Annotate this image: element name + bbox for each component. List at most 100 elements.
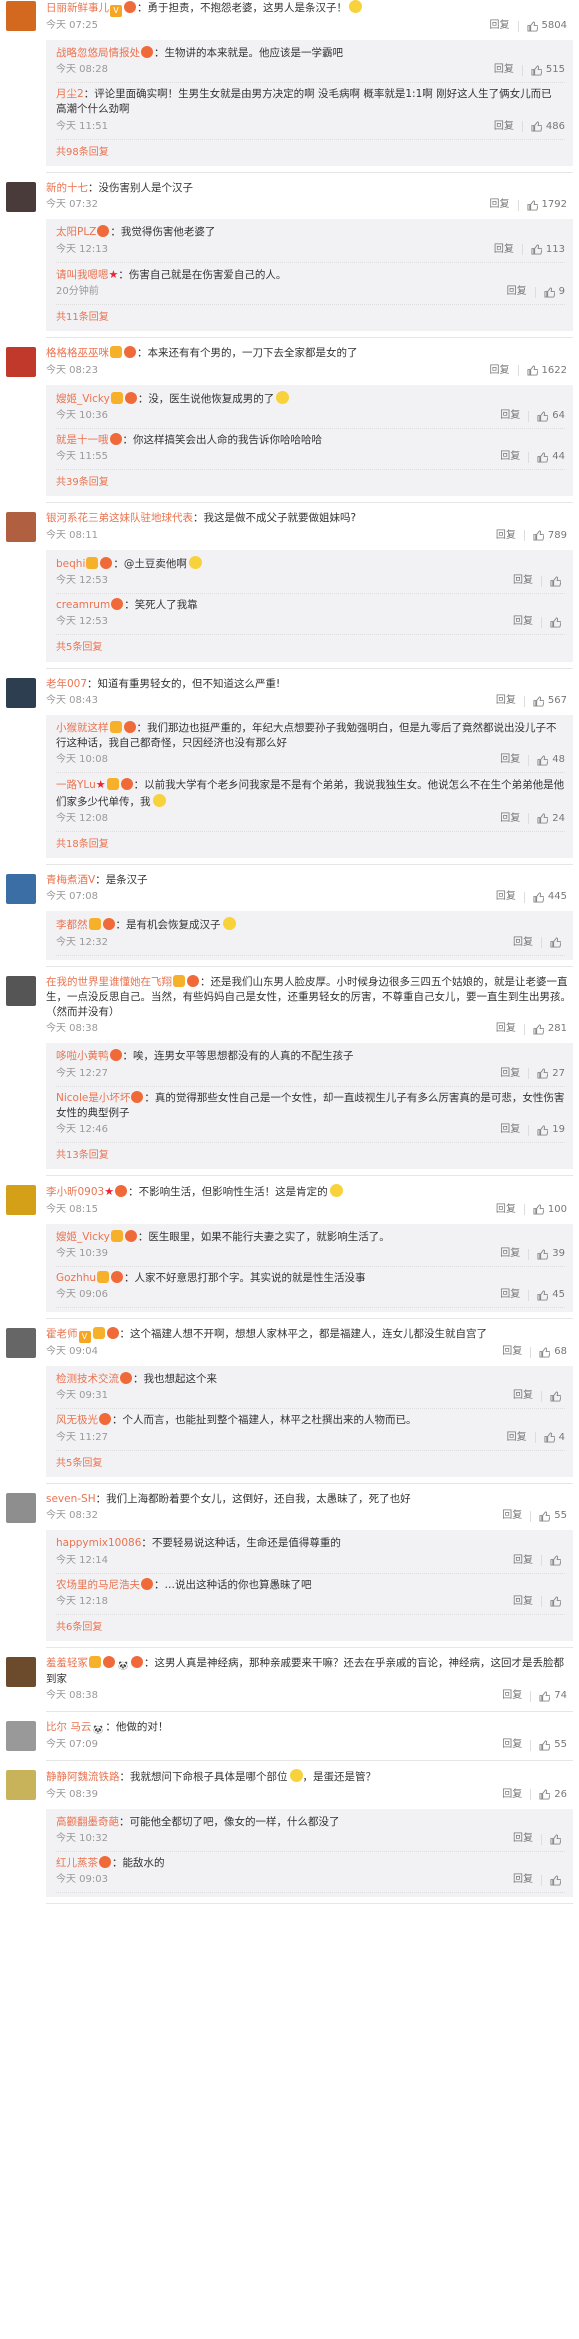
like-button[interactable]: 789	[533, 529, 567, 544]
like-button[interactable]: 24	[537, 812, 565, 827]
reply-button[interactable]: 回复	[502, 1689, 522, 1704]
username-link[interactable]: 静静阿魏流铁路	[46, 1771, 120, 1783]
avatar[interactable]	[6, 1657, 36, 1688]
more-replies-link[interactable]: 共13条回复	[56, 1143, 565, 1166]
reply-button[interactable]: 回复	[496, 1203, 516, 1218]
username-link[interactable]: 检测技术交流	[56, 1373, 119, 1385]
username-link[interactable]: 新的十七	[46, 182, 88, 194]
like-button[interactable]: 445	[533, 890, 567, 905]
like-button[interactable]: 68	[539, 1345, 567, 1360]
reply-button[interactable]: 回复	[502, 1738, 522, 1753]
reply-button[interactable]: 回复	[490, 364, 510, 379]
username-link[interactable]: 嫂姬_Vicky	[56, 393, 110, 405]
avatar[interactable]	[6, 1770, 36, 1801]
avatar[interactable]	[6, 677, 36, 708]
reply-button[interactable]: 回复	[494, 243, 514, 258]
reply-button[interactable]: 回复	[500, 1288, 520, 1303]
reply-button[interactable]: 回复	[494, 63, 514, 78]
username-link[interactable]: 银河系花三弟这妹队驻地球代表	[46, 512, 193, 524]
like-button[interactable]: 55	[539, 1509, 567, 1524]
username-link[interactable]: 请叫我嗯嗯	[56, 269, 109, 281]
avatar[interactable]	[6, 182, 36, 213]
username-link[interactable]: creamrum	[56, 599, 110, 611]
like-button[interactable]	[550, 1875, 565, 1886]
reply-button[interactable]: 回复	[500, 812, 520, 827]
more-replies-link[interactable]: 共5条回复	[56, 1451, 565, 1474]
username-link[interactable]: 李小昕0903	[46, 1186, 104, 1198]
avatar[interactable]	[6, 1328, 36, 1359]
avatar[interactable]	[6, 1, 36, 31]
like-button[interactable]: 45	[537, 1288, 565, 1303]
username-link[interactable]: 嫂姬_Vicky	[56, 1231, 110, 1243]
username-link[interactable]: 格格格巫巫咪	[46, 347, 109, 359]
username-link[interactable]: Nicole是小坏坏	[56, 1092, 130, 1104]
reply-button[interactable]: 回复	[494, 120, 514, 135]
username-link[interactable]: 月尘2	[56, 88, 84, 100]
avatar[interactable]	[6, 1493, 36, 1524]
like-button[interactable]: 1792	[527, 198, 567, 213]
username-link[interactable]: 比尔 马云	[46, 1721, 91, 1733]
avatar[interactable]	[6, 874, 36, 905]
username-link[interactable]: 农场里的马尼浩夫	[56, 1579, 140, 1591]
like-button[interactable]: 5804	[527, 19, 567, 34]
more-replies-link[interactable]: 共98条回复	[56, 140, 565, 163]
avatar[interactable]	[6, 975, 36, 1006]
like-button[interactable]: 100	[533, 1203, 567, 1218]
avatar[interactable]	[6, 347, 36, 378]
reply-button[interactable]: 回复	[490, 198, 510, 213]
reply-button[interactable]: 回复	[507, 285, 527, 300]
username-link[interactable]: 羞羞轻冢	[46, 1657, 88, 1669]
avatar[interactable]	[6, 1185, 36, 1216]
like-button[interactable]: 281	[533, 1022, 567, 1037]
like-button[interactable]: 4	[544, 1431, 565, 1446]
like-button[interactable]	[550, 1596, 565, 1608]
like-button[interactable]: 26	[539, 1788, 567, 1803]
username-link[interactable]: 红儿蒸茶	[56, 1857, 98, 1869]
avatar[interactable]	[6, 512, 36, 543]
reply-button[interactable]: 回复	[496, 529, 516, 544]
like-button[interactable]: 44	[537, 450, 565, 465]
like-button[interactable]	[550, 1834, 565, 1845]
username-link[interactable]: 一路YLu	[56, 779, 96, 791]
username-link[interactable]: seven-SH	[46, 1493, 96, 1505]
username-link[interactable]: 就是十一哦	[56, 434, 109, 446]
like-button[interactable]: 39	[537, 1247, 565, 1262]
reply-button[interactable]: 回复	[513, 936, 533, 951]
username-link[interactable]: beqhi	[56, 558, 85, 570]
reply-button[interactable]: 回复	[513, 615, 533, 630]
like-button[interactable]	[550, 1391, 565, 1402]
username-link[interactable]: happymix10086	[56, 1537, 141, 1549]
reply-button[interactable]: 回复	[500, 1123, 520, 1138]
reply-button[interactable]: 回复	[513, 1389, 533, 1404]
like-button[interactable]: 486	[531, 120, 565, 135]
reply-button[interactable]: 回复	[490, 19, 510, 34]
like-button[interactable]: 9	[544, 285, 565, 300]
like-button[interactable]: 27	[537, 1067, 565, 1082]
username-link[interactable]: 日丽新鲜事儿	[46, 2, 109, 14]
like-button[interactable]	[550, 617, 565, 628]
reply-button[interactable]: 回复	[496, 890, 516, 905]
reply-button[interactable]: 回复	[500, 753, 520, 768]
like-button[interactable]: 55	[539, 1738, 567, 1753]
reply-button[interactable]: 回复	[513, 574, 533, 589]
username-link[interactable]: 老年007	[46, 678, 87, 690]
reply-button[interactable]: 回复	[496, 694, 516, 709]
reply-button[interactable]: 回复	[496, 1022, 516, 1037]
username-link[interactable]: Gozhhu	[56, 1272, 96, 1284]
username-link[interactable]: 太阳PLZ	[56, 226, 96, 238]
username-link[interactable]: 战略忽悠局情报处	[56, 47, 140, 59]
username-link[interactable]: 霍老师	[46, 1328, 78, 1340]
reply-button[interactable]: 回复	[500, 1247, 520, 1262]
like-button[interactable]: 1622	[527, 364, 567, 379]
avatar[interactable]	[6, 1721, 36, 1752]
reply-button[interactable]: 回复	[513, 1554, 533, 1569]
like-button[interactable]	[550, 576, 565, 587]
username-link[interactable]: 在我的世界里谁懂她在飞翔	[46, 976, 172, 988]
like-button[interactable]: 19	[537, 1123, 565, 1138]
username-link[interactable]: 高颧翻墨奇葩	[56, 1816, 119, 1828]
more-replies-link[interactable]: 共18条回复	[56, 832, 565, 855]
reply-button[interactable]: 回复	[513, 1873, 533, 1888]
reply-button[interactable]: 回复	[500, 1067, 520, 1082]
more-replies-link[interactable]: 共11条回复	[56, 305, 565, 328]
like-button[interactable]	[550, 937, 565, 948]
